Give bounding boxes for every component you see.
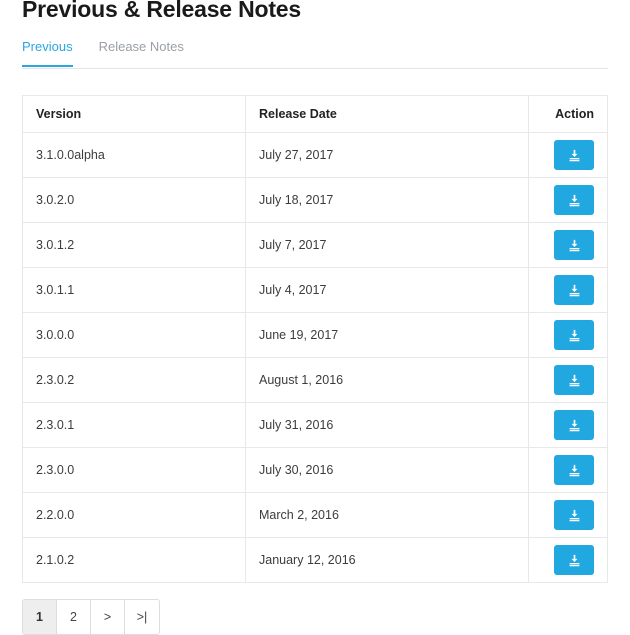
download-button[interactable] [554,230,594,260]
download-icon [569,509,579,521]
table-row: 3.0.1.1 July 4, 2017 [22,267,608,313]
table-row: 2.3.0.1 July 31, 2016 [22,402,608,448]
release-table: Version Release Date Action 3.1.0.0alpha Ju… [22,95,608,583]
column-header-action: Action [528,95,608,133]
pagination-page-next[interactable]: > [91,600,125,634]
table-body: 3.1.0.0alpha July 27, 2017 3.0.2.0 July 18,… [22,132,608,583]
release-notes-page: Previous & Release Notes Previous Release… [0,0,630,635]
table-header: Version Release Date Action [22,95,608,133]
tab-release-notes[interactable]: Release Notes [99,39,184,66]
cell-version: 3.0.1.1 [22,267,246,313]
cell-action [528,312,608,358]
table-header-row: Version Release Date Action [22,95,608,133]
cell-release-date: March 2, 2016 [245,492,529,538]
table-row: 3.1.0.0alpha July 27, 2017 [22,132,608,178]
download-button[interactable] [554,320,594,350]
pagination-page-2[interactable]: 2 [57,600,91,634]
tab-previous[interactable]: Previous [22,39,73,67]
table-row: 3.0.2.0 July 18, 2017 [22,177,608,223]
cell-version: 3.0.0.0 [22,312,246,358]
table-row: 2.2.0.0 March 2, 2016 [22,492,608,538]
cell-version: 3.0.1.2 [22,222,246,268]
download-icon [569,464,579,476]
pagination-page-1[interactable]: 1 [23,600,57,634]
download-button[interactable] [554,410,594,440]
download-icon [569,194,579,206]
download-button[interactable] [554,365,594,395]
cell-version: 2.1.0.2 [22,537,246,583]
download-icon [569,374,579,386]
cell-release-date: January 12, 2016 [245,537,529,583]
cell-action [528,402,608,448]
cell-action [528,492,608,538]
table-row: 2.3.0.2 August 1, 2016 [22,357,608,403]
tab-bar: Previous Release Notes [22,39,608,69]
cell-action [528,132,608,178]
cell-version: 2.3.0.2 [22,357,246,403]
cell-action [528,267,608,313]
page-title: Previous & Release Notes [22,0,301,22]
pagination-page-last[interactable]: >| [125,600,159,634]
cell-release-date: July 31, 2016 [245,402,529,448]
cell-version: 2.3.0.1 [22,402,246,448]
table-row: 2.3.0.0 July 30, 2016 [22,447,608,493]
download-icon [569,239,579,251]
cell-release-date: July 27, 2017 [245,132,529,178]
cell-version: 2.3.0.0 [22,447,246,493]
download-button[interactable] [554,455,594,485]
table-row: 3.0.1.2 July 7, 2017 [22,222,608,268]
cell-release-date: August 1, 2016 [245,357,529,403]
download-icon [569,329,579,341]
download-icon [569,284,579,296]
table-row: 3.0.0.0 June 19, 2017 [22,312,608,358]
cell-action [528,177,608,223]
cell-version: 2.2.0.0 [22,492,246,538]
table-row: 2.1.0.2 January 12, 2016 [22,537,608,583]
cell-release-date: June 19, 2017 [245,312,529,358]
cell-action [528,537,608,583]
column-header-release-date: Release Date [245,95,529,133]
release-table-container: Version Release Date Action 3.1.0.0alpha Ju… [22,95,608,583]
download-button[interactable] [554,545,594,575]
cell-action [528,222,608,268]
download-icon [569,554,579,566]
cell-release-date: July 18, 2017 [245,177,529,223]
download-button[interactable] [554,185,594,215]
cell-release-date: July 7, 2017 [245,222,529,268]
cell-version: 3.0.2.0 [22,177,246,223]
download-icon [569,149,579,161]
download-icon [569,419,579,431]
column-header-version: Version [22,95,246,133]
download-button[interactable] [554,140,594,170]
cell-version: 3.1.0.0alpha [22,132,246,178]
cell-release-date: July 4, 2017 [245,267,529,313]
cell-action [528,447,608,493]
download-button[interactable] [554,500,594,530]
cell-action [528,357,608,403]
download-button[interactable] [554,275,594,305]
cell-release-date: July 30, 2016 [245,447,529,493]
